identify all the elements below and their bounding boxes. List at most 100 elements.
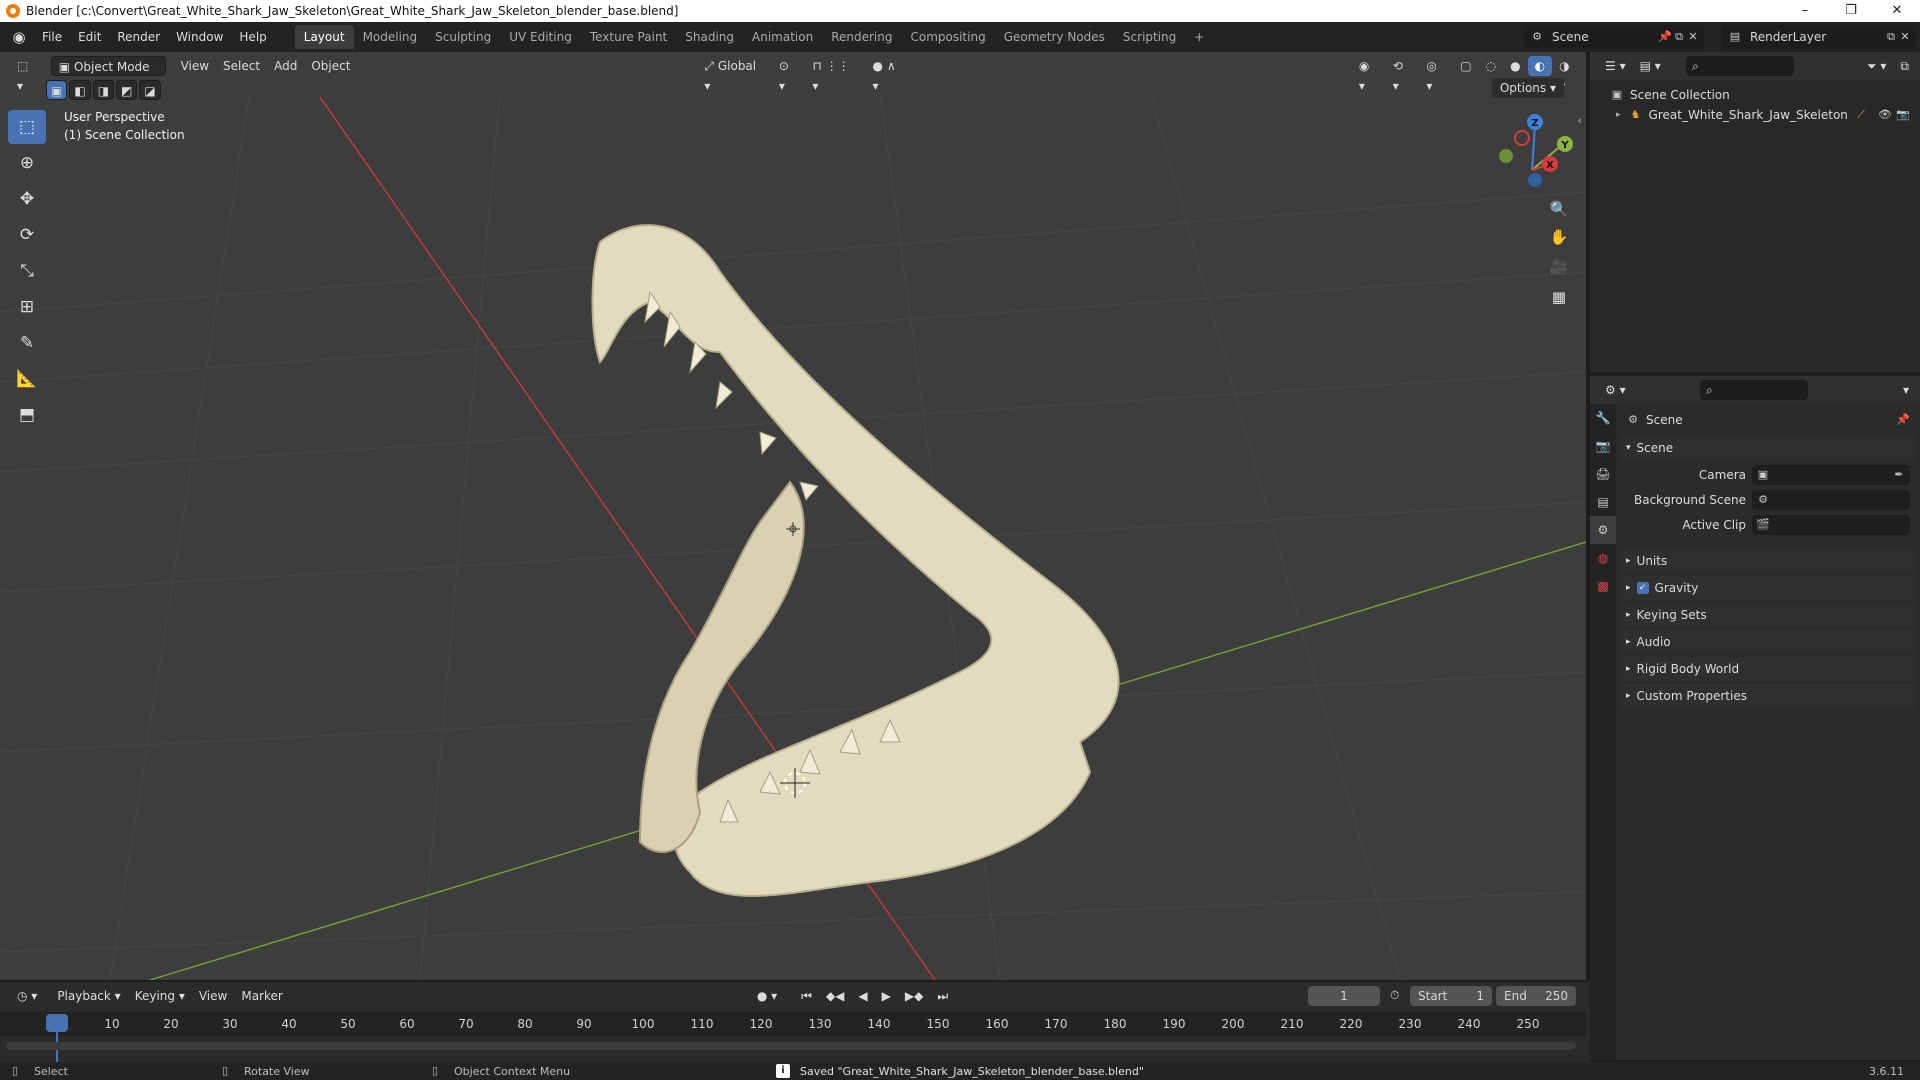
viewport-scene[interactable]: Z Y X — [0, 52, 1586, 980]
menu-file[interactable]: File — [34, 26, 70, 48]
start-frame-field[interactable]: Start 1 — [1410, 986, 1492, 1006]
tab-rendering[interactable]: Rendering — [822, 25, 901, 49]
navigation-gizmo[interactable]: Z Y X — [1499, 114, 1573, 187]
zoom-icon[interactable]: 🔍 — [1546, 196, 1572, 222]
material-shading-icon[interactable]: ◐ — [1527, 56, 1553, 76]
render-tab-icon[interactable]: 📷 — [1590, 432, 1616, 460]
play-reverse-icon[interactable]: ◀ — [851, 986, 874, 1006]
viewport-menu-add[interactable]: Add — [267, 56, 304, 76]
panel-audio[interactable]: ▸ Audio — [1620, 630, 1916, 654]
rendered-shading-icon[interactable]: ◑ ▾ — [1552, 56, 1586, 93]
blender-menu-icon[interactable]: ◉ — [10, 28, 28, 46]
timeline-menu-marker[interactable]: Marker — [234, 986, 289, 1006]
orientation-selector[interactable]: ⤢ Global ▾ — [697, 56, 771, 93]
timeline-scrollbar[interactable] — [6, 1042, 1576, 1050]
pin-icon[interactable]: 📌 — [1658, 30, 1672, 44]
expand-arrow-icon[interactable]: ▸ — [1616, 110, 1621, 120]
stopwatch-icon[interactable]: ⏱ — [1390, 988, 1399, 1003]
prev-keyframe-icon[interactable]: ◆◀ — [819, 986, 851, 1006]
active-clip-field[interactable]: 🎬 — [1752, 515, 1910, 535]
proportional-edit-icon[interactable]: ● ∧ ▾ — [866, 56, 912, 93]
output-tab-icon[interactable]: 🖨 — [1590, 460, 1616, 488]
menu-window[interactable]: Window — [168, 26, 231, 48]
panel-keying-sets[interactable]: ▸ Keying Sets — [1620, 603, 1916, 627]
tab-texture-paint[interactable]: Texture Paint — [581, 25, 676, 49]
eye-icon[interactable]: 👁 — [1878, 108, 1892, 122]
outliner-search-input[interactable]: ⌕ — [1686, 56, 1794, 76]
cursor-tool-icon[interactable]: ⊕ — [8, 146, 46, 180]
tool-tab-icon[interactable]: 🔧 — [1590, 404, 1616, 432]
tab-shading[interactable]: Shading — [676, 25, 743, 49]
new-scene-icon[interactable]: ⧉ — [1672, 30, 1686, 44]
camera-view-icon[interactable]: 🎥 — [1546, 254, 1572, 280]
outliner-row-object[interactable]: ▸ ♞ Great_White_Shark_Jaw_Skeleton ⟋ 👁 📷 — [1590, 105, 1920, 125]
view-layer-tab-icon[interactable]: ▤ — [1590, 488, 1616, 516]
move-tool-icon[interactable]: ✥ — [8, 182, 46, 216]
tab-modeling[interactable]: Modeling — [354, 25, 427, 49]
properties-search-input[interactable]: ⌕ — [1700, 380, 1808, 400]
transform-tool-icon[interactable]: ⊞ — [8, 290, 46, 324]
panel-rigid-body-world[interactable]: ▸ Rigid Body World — [1620, 657, 1916, 681]
timeline-menu-playback[interactable]: Playback ▾ — [50, 986, 127, 1006]
pivot-point-icon[interactable]: ⊙ ▾ — [772, 56, 806, 93]
pan-hand-icon[interactable]: ✋ — [1546, 224, 1572, 250]
scene-tab-icon[interactable]: ⚙ — [1590, 516, 1616, 544]
outliner-editor-type-icon[interactable]: ☰ ▾ — [1598, 56, 1633, 76]
eyedropper-icon[interactable]: ✒ — [1892, 468, 1906, 482]
scene-selector[interactable]: ⚙ Scene 📌 ⧉ ✕ — [1524, 25, 1704, 49]
viewport-menu-select[interactable]: Select — [216, 56, 267, 76]
end-frame-field[interactable]: End 250 — [1496, 986, 1576, 1006]
tab-layout[interactable]: Layout — [294, 25, 354, 49]
tab-animation[interactable]: Animation — [743, 25, 822, 49]
3d-viewport[interactable]: Z Y X ⬚ ▾ ▣ Object Mode ▾ View Select Ad… — [0, 52, 1586, 980]
maximize-button[interactable]: ❐ — [1828, 0, 1874, 22]
snap-icon[interactable]: ⊓ ⋮⋮ ▾ — [805, 56, 865, 93]
select-invert-icon[interactable]: ◩ — [116, 80, 138, 100]
view-layer-selector[interactable]: ▤ RenderLayer ⧉ ✕ — [1722, 25, 1916, 49]
gravity-checkbox[interactable]: ✓ — [1636, 582, 1649, 594]
minimize-button[interactable]: – — [1782, 0, 1828, 22]
frame-ruler[interactable]: 1102030405060708090100110120130140150160… — [0, 1012, 1586, 1068]
tab-compositing[interactable]: Compositing — [901, 25, 994, 49]
playhead[interactable] — [46, 1014, 68, 1032]
editor-type-icon[interactable]: ⬚ ▾ — [10, 56, 45, 93]
mode-selector[interactable]: ▣ Object Mode ▾ — [50, 56, 166, 94]
visibility-icon[interactable]: ◉ ▾ — [1352, 56, 1386, 93]
select-new-icon[interactable]: ▣ — [46, 80, 68, 100]
play-icon[interactable]: ▶ — [875, 986, 898, 1006]
timeline-menu-view[interactable]: View — [192, 986, 234, 1006]
display-mode-icon[interactable]: ▤ ▾ — [1633, 56, 1668, 76]
timeline-menu-keying[interactable]: Keying ▾ — [128, 986, 192, 1006]
menu-edit[interactable]: Edit — [70, 26, 109, 48]
tab-geometry-nodes[interactable]: Geometry Nodes — [995, 25, 1114, 49]
new-layer-icon[interactable]: ⧉ — [1884, 30, 1898, 44]
panel-custom-properties[interactable]: ▸ Custom Properties — [1620, 684, 1916, 708]
select-intersect-icon[interactable]: ◪ — [139, 80, 161, 100]
overlay-toggle-icon[interactable]: ◎ ▾ — [1419, 56, 1453, 93]
filter-icon[interactable]: ⏷ ▾ — [1860, 56, 1893, 76]
tab-scripting[interactable]: Scripting — [1114, 25, 1185, 49]
select-box-tool-icon[interactable]: ⬚ — [8, 110, 46, 144]
tab-uv-editing[interactable]: UV Editing — [500, 25, 581, 49]
panel-gravity[interactable]: ▸ ✓ Gravity — [1620, 576, 1916, 600]
scale-tool-icon[interactable]: ⤡ — [8, 254, 46, 288]
camera-field[interactable]: ▣ ✒ — [1752, 465, 1910, 485]
record-icon[interactable]: ● ▾ — [750, 986, 784, 1006]
gizmo-toggle-icon[interactable]: ⟲ ▾ — [1386, 56, 1420, 93]
select-subtract-icon[interactable]: ◨ — [92, 80, 115, 100]
xray-icon[interactable]: ▢ — [1453, 56, 1478, 76]
panel-units[interactable]: ▸ Units — [1620, 549, 1916, 573]
solid-shading-icon[interactable]: ● — [1503, 56, 1527, 76]
bone-data-icon[interactable]: ⟋ — [1854, 108, 1868, 122]
background-scene-field[interactable]: ⚙ — [1752, 490, 1910, 510]
next-keyframe-icon[interactable]: ▶◆ — [898, 986, 930, 1006]
shark-jaw-model[interactable] — [591, 224, 1120, 897]
add-workspace-button[interactable]: + — [1185, 25, 1213, 49]
texture-tab-icon[interactable]: ▩ — [1590, 572, 1616, 600]
properties-editor-type-icon[interactable]: ⚙ ▾ — [1598, 380, 1633, 400]
perspective-toggle-icon[interactable]: ▦ — [1546, 284, 1572, 310]
new-collection-icon[interactable]: ⧉ — [1893, 56, 1916, 76]
jump-start-icon[interactable]: ⏮ — [794, 986, 819, 1006]
add-cube-tool-icon[interactable]: ⬒ — [8, 398, 46, 432]
properties-options-icon[interactable]: ▾ — [1896, 380, 1916, 400]
